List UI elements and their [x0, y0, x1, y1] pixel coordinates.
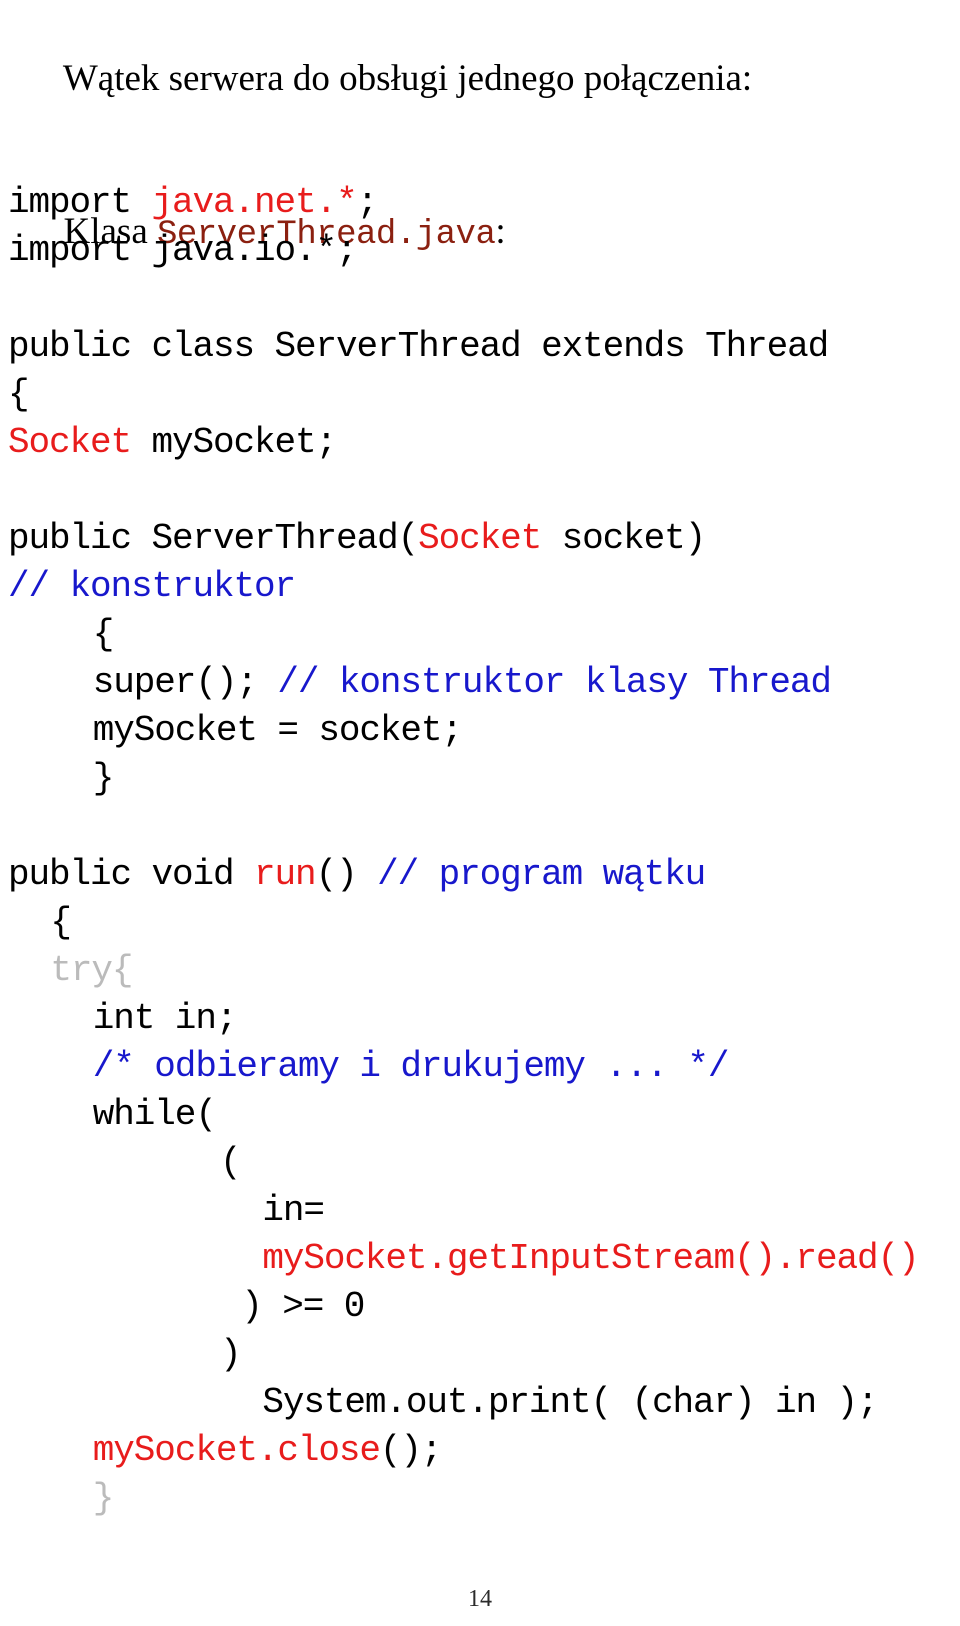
code-token-black: { — [8, 374, 30, 415]
code-token-red: mySocket.close — [92, 1430, 381, 1471]
code-line: mySocket.getInputStream().read() — [8, 1235, 958, 1283]
code-line: in= — [8, 1187, 958, 1235]
code-token-red: mySocket.getInputStream().read() — [262, 1238, 919, 1279]
code-line: System.out.print( (char) in ); — [8, 1379, 958, 1427]
code-line: mySocket = socket; — [8, 707, 958, 755]
code-token-black: ) — [220, 1334, 242, 1375]
code-token-black: import — [8, 182, 152, 223]
code-line: ) >= 0 — [8, 1283, 958, 1331]
code-token-blue: // konstruktor klasy Thread — [277, 662, 832, 703]
code-line: int in; — [8, 995, 958, 1043]
code-line: { — [8, 371, 958, 419]
code-token-blue: // konstruktor — [8, 566, 296, 607]
code-token-black: (); — [379, 1430, 443, 1471]
code-token-black: mySocket; — [131, 422, 338, 463]
code-line: ( — [8, 1139, 958, 1187]
page-number: 14 — [468, 1586, 492, 1612]
code-line: while( — [8, 1091, 958, 1139]
code-line: super(); // konstruktor klasy Thread — [8, 659, 958, 707]
code-token-black: } — [92, 758, 115, 799]
code-line: import java.net.*; — [8, 179, 958, 227]
code-line: // konstruktor — [8, 563, 958, 611]
slide-page: Wątek serwera do obsługi jednego połącze… — [0, 0, 960, 1626]
code-token-blue: // program wątku — [377, 854, 706, 895]
code-token-black: import java.io.*; — [8, 230, 358, 271]
code-token-red: Socket — [418, 518, 542, 559]
code-line: import java.io.*; — [8, 227, 958, 275]
code-token-red: run — [254, 854, 317, 895]
code-line: } — [8, 755, 958, 803]
code-token-black: ) >= 0 — [241, 1286, 365, 1327]
code-token-black: public class ServerThread extends Thread — [8, 326, 829, 367]
code-token-black: while( — [92, 1094, 217, 1135]
code-token-black: { — [50, 902, 72, 943]
code-token-black: { — [92, 614, 115, 655]
code-line: public class ServerThread extends Thread — [8, 323, 958, 371]
code-line: Socket mySocket; — [8, 419, 958, 467]
java-code-listing: import java.net.*; import java.io.*; publi… — [8, 131, 958, 1523]
code-line: mySocket.close(); — [8, 1427, 958, 1475]
code-token-black: socket) — [541, 518, 707, 559]
code-token-red: Socket — [8, 422, 132, 463]
code-token-black: System.out.print( (char) in ); — [262, 1382, 878, 1423]
code-token-black: in= — [262, 1190, 325, 1231]
code-line: { — [8, 899, 958, 947]
code-token-gray: try{ — [50, 950, 133, 991]
code-token-red: java.net.* — [151, 182, 358, 223]
code-line: ) — [8, 1331, 958, 1379]
heading-title-text: Wątek serwera do obsługi jednego połącze… — [62, 58, 753, 99]
code-token-black: super(); — [92, 662, 278, 703]
code-token-gray: } — [92, 1478, 115, 1519]
code-line: public void run() // program wątku — [8, 851, 958, 899]
code-token-black: public ServerThread( — [8, 518, 419, 559]
code-token-black: int in; — [92, 998, 238, 1039]
code-token-black: () — [315, 854, 378, 895]
code-token-black: public void — [8, 854, 255, 895]
code-token-blue: /* odbieramy i drukujemy ... */ — [92, 1046, 730, 1087]
code-line: } — [8, 1475, 958, 1523]
code-line: try{ — [8, 947, 958, 995]
code-line: public ServerThread(Socket socket) — [8, 515, 958, 563]
code-token-black: mySocket = socket; — [92, 710, 463, 751]
code-token-black: ; — [356, 182, 379, 223]
code-token-black: ( — [220, 1142, 242, 1183]
code-line: /* odbieramy i drukujemy ... */ — [8, 1043, 958, 1091]
code-line: { — [8, 611, 958, 659]
